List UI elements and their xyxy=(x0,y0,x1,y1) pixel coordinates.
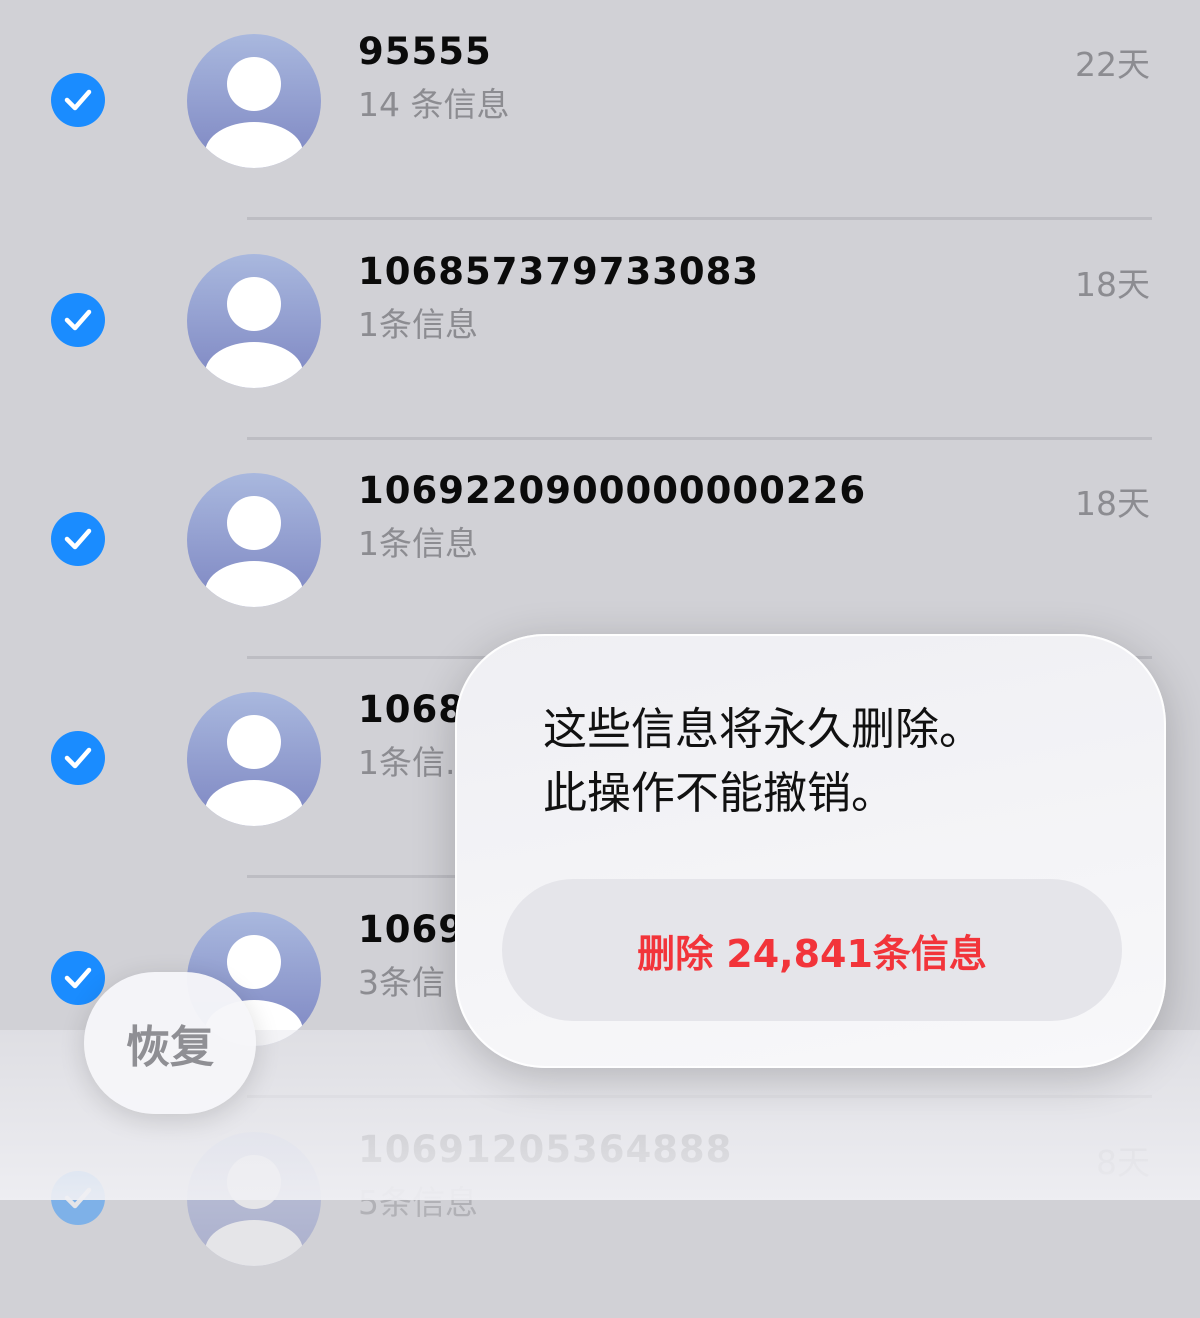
dialog-message-line2: 此操作不能撤销。 xyxy=(543,768,895,819)
conversation-row[interactable]: 1069220900000000226 1条信息 18天 xyxy=(0,439,1200,659)
conversation-row[interactable]: 95555 14 条信息 22天 xyxy=(0,0,1200,220)
conversation-sender: 1069 xyxy=(358,908,465,951)
checkmark-icon[interactable] xyxy=(51,731,105,785)
delete-confirmation-dialog: 这些信息将永久删除。 此操作不能撤销。 删除 24,841条信息 xyxy=(455,634,1166,1068)
dialog-message: 这些信息将永久删除。 此操作不能撤销。 xyxy=(543,698,983,826)
conversation-sender: 1069220900000000226 xyxy=(358,469,867,512)
conversation-date: 22天 xyxy=(1075,45,1150,84)
person-avatar-icon xyxy=(187,34,321,168)
conversation-message-count: 1条信. xyxy=(358,743,456,782)
conversation-sender: 106857379733083 xyxy=(358,250,760,293)
conversation-message-count: 14 条信息 xyxy=(358,85,510,124)
person-avatar-icon xyxy=(187,254,321,388)
dialog-message-line1: 这些信息将永久删除。 xyxy=(543,704,983,755)
delete-messages-button-label: 删除 24,841条信息 xyxy=(637,931,987,976)
checkmark-icon[interactable] xyxy=(51,512,105,566)
conversation-row[interactable]: 106857379733083 1条信息 18天 xyxy=(0,220,1200,440)
conversation-message-count: 1条信息 xyxy=(358,305,478,344)
recover-button[interactable]: 恢复 xyxy=(84,972,256,1114)
checkmark-icon[interactable] xyxy=(51,73,105,127)
person-avatar-icon xyxy=(187,692,321,826)
checkmark-icon[interactable] xyxy=(51,951,105,1005)
conversation-date: 18天 xyxy=(1075,265,1150,304)
conversation-sender: 95555 xyxy=(358,30,492,73)
conversation-message-count: 3条信 xyxy=(358,963,445,1002)
conversation-message-count: 1条信息 xyxy=(358,524,478,563)
conversation-date: 18天 xyxy=(1075,484,1150,523)
person-avatar-icon xyxy=(187,473,321,607)
recover-button-label: 恢复 xyxy=(126,1022,214,1073)
conversation-sender: 1068 xyxy=(358,688,465,731)
delete-messages-button[interactable]: 删除 24,841条信息 xyxy=(502,879,1122,1021)
checkmark-icon[interactable] xyxy=(51,293,105,347)
